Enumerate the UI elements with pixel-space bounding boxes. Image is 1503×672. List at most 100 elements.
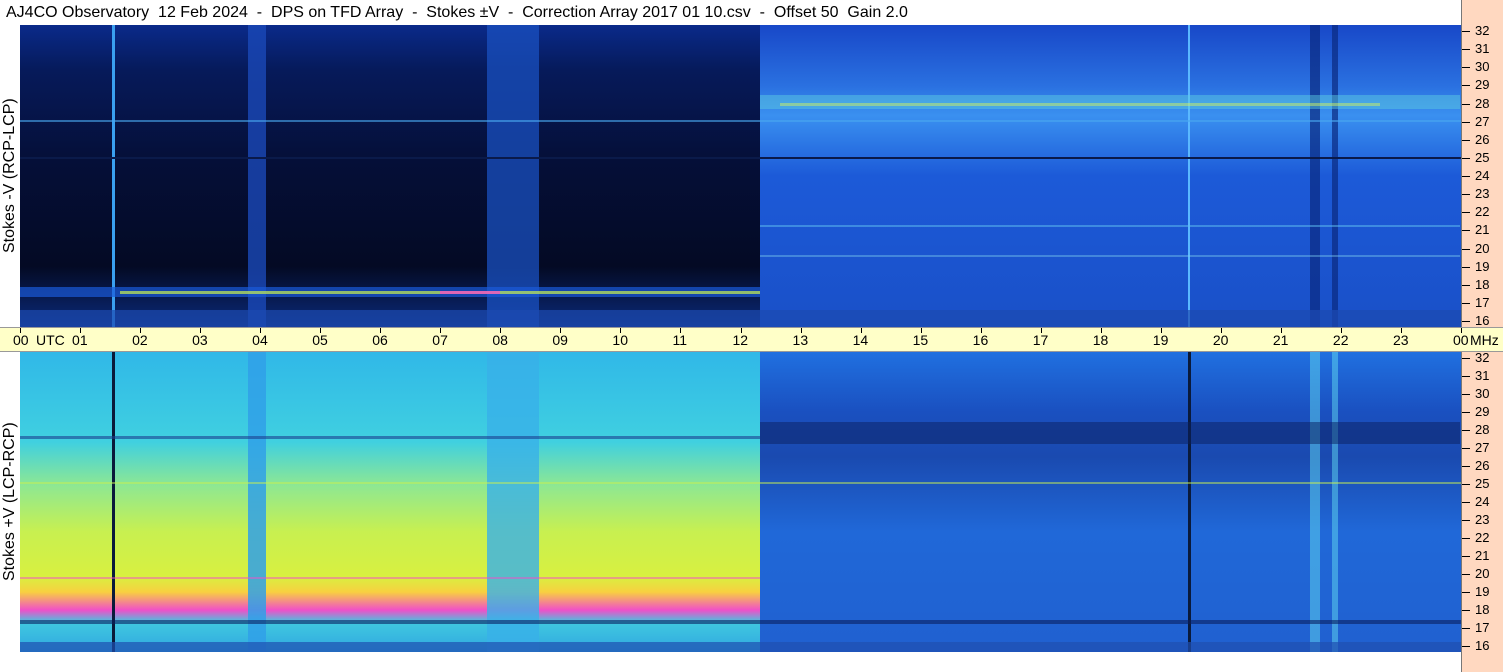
freq-axis-top: 32 31 30 29 28 27 26 25 24 23 22 21 20 19 18 17 16: [1461, 23, 1503, 328]
freq-tick: [1462, 430, 1470, 431]
time-tick-label: 19: [1152, 332, 1169, 348]
freq-tick-label: 22: [1475, 204, 1490, 220]
freq-tick: [1462, 610, 1470, 611]
time-tick-label: 06: [372, 332, 388, 348]
freq-tick-label: 16: [1475, 638, 1490, 653]
freq-tick-label: 32: [1475, 23, 1490, 38]
freq-tick: [1462, 176, 1470, 177]
time-tick-label: 12: [732, 332, 749, 348]
bottom-margin: [0, 652, 1503, 672]
freq-tick-label: 17: [1475, 294, 1490, 310]
time-tick-label: 05: [312, 332, 328, 348]
freq-axis-bottom: 32 31 30 29 28 27 26 25 24 23 22 21 20 19 18 17 16: [1461, 350, 1503, 653]
freq-tick: [1462, 103, 1470, 105]
freq-tick: [1462, 574, 1470, 575]
freq-tick: [1462, 376, 1470, 377]
freq-tick: [1462, 49, 1470, 51]
freq-tick: [1462, 484, 1470, 485]
freq-tick-label: 19: [1475, 258, 1490, 274]
freq-tick-label: 24: [1475, 494, 1490, 509]
freq-tick-label: 24: [1475, 168, 1490, 183]
freq-tick: [1462, 230, 1470, 232]
freq-tick-label: 26: [1475, 131, 1490, 147]
time-tick-label: 20: [1212, 332, 1229, 348]
time-axis: 00 01 02 03 04 05 06 07 08 09 10 11 12 13 14 15 16 17 18 19…: [0, 327, 1503, 352]
freq-tick-label: 20: [1475, 566, 1490, 581]
time-tick-label: 00: [13, 332, 29, 348]
freq-tick-label: 23: [1475, 512, 1490, 527]
freq-tick: [1462, 556, 1470, 557]
freq-tick-label: 27: [1475, 113, 1490, 129]
freq-tick: [1462, 538, 1470, 539]
freq-tick-label: 23: [1475, 186, 1490, 202]
freq-tick: [1462, 394, 1470, 395]
time-tick-label: 04: [252, 332, 268, 348]
top-panel-label: Stokes -V (RCP-LCP): [1, 98, 18, 254]
time-tick-label: 13: [792, 332, 809, 348]
freq-tick-label: 28: [1475, 95, 1490, 111]
freq-tick-label: 27: [1475, 440, 1490, 455]
bottom-corner: [1461, 652, 1503, 672]
freq-tick: [1462, 358, 1470, 359]
time-tick-label: 09: [552, 332, 568, 348]
freq-tick: [1462, 85, 1470, 87]
time-tick-label: 21: [1272, 332, 1289, 348]
freq-tick-label: 29: [1475, 404, 1490, 419]
spectrogram-bottom: [20, 352, 1461, 652]
time-tick-label: 16: [972, 332, 989, 348]
time-tick-label: 00: [1453, 332, 1469, 348]
time-tick-label: 02: [132, 332, 148, 348]
time-tick-label: 08: [492, 332, 508, 348]
freq-tick: [1462, 502, 1470, 503]
freq-tick-label: 29: [1475, 77, 1490, 93]
freq-tick: [1462, 157, 1470, 159]
freq-tick-label: 30: [1475, 59, 1490, 75]
utc-label: UTC: [36, 332, 65, 348]
freq-tick: [1462, 592, 1470, 593]
freq-tick: [1462, 31, 1470, 32]
freq-tick-label: 17: [1475, 620, 1490, 635]
time-tick-label: 14: [852, 332, 869, 348]
freq-tick-label: 26: [1475, 458, 1490, 473]
freq-tick-label: 32: [1475, 350, 1490, 365]
time-tick-label: 01: [72, 332, 88, 348]
freq-tick-label: 21: [1475, 222, 1490, 238]
mhz-label: MHz: [1470, 332, 1499, 348]
freq-tick-label: 31: [1475, 368, 1490, 383]
bottom-panel-label: Stokes +V (LCP-RCP): [1, 422, 18, 582]
time-tick-label: 15: [912, 332, 929, 348]
spectrogram-top: [20, 25, 1461, 327]
freq-tick: [1462, 321, 1470, 322]
freq-tick: [1462, 194, 1470, 196]
freq-tick-label: 16: [1475, 313, 1490, 328]
freq-tick: [1462, 284, 1470, 286]
freq-tick-label: 18: [1475, 602, 1490, 617]
freq-tick-label: 18: [1475, 276, 1490, 292]
freq-tick-label: 25: [1475, 149, 1490, 165]
freq-tick: [1462, 466, 1470, 467]
time-tick-label: 23: [1392, 332, 1409, 348]
freq-tick: [1462, 212, 1470, 214]
time-tick-label: 11: [672, 332, 687, 348]
freq-tick-label: 31: [1475, 41, 1490, 57]
freq-tick: [1462, 266, 1470, 268]
time-tick-label: 10: [612, 332, 628, 348]
freq-tick-label: 21: [1475, 548, 1490, 563]
time-tick-label: 18: [1092, 332, 1109, 348]
freq-tick: [1462, 139, 1470, 141]
freq-tick: [1462, 646, 1470, 647]
freq-tick: [1462, 67, 1470, 69]
freq-tick: [1462, 520, 1470, 521]
freq-tick: [1462, 628, 1470, 629]
corner-strip: [1461, 0, 1503, 25]
freq-tick-label: 22: [1475, 530, 1490, 545]
freq-tick-label: 30: [1475, 386, 1490, 401]
freq-tick: [1462, 302, 1470, 304]
freq-tick: [1462, 121, 1470, 123]
time-tick-label: 17: [1032, 332, 1049, 348]
freq-tick-label: 20: [1475, 240, 1490, 256]
freq-tick-label: 28: [1475, 422, 1490, 437]
time-tick-label: 07: [432, 332, 448, 348]
freq-tick-label: 19: [1475, 584, 1490, 599]
chart-title: AJ4CO Observatory 12 Feb 2024 - DPS on T…: [6, 4, 908, 21]
